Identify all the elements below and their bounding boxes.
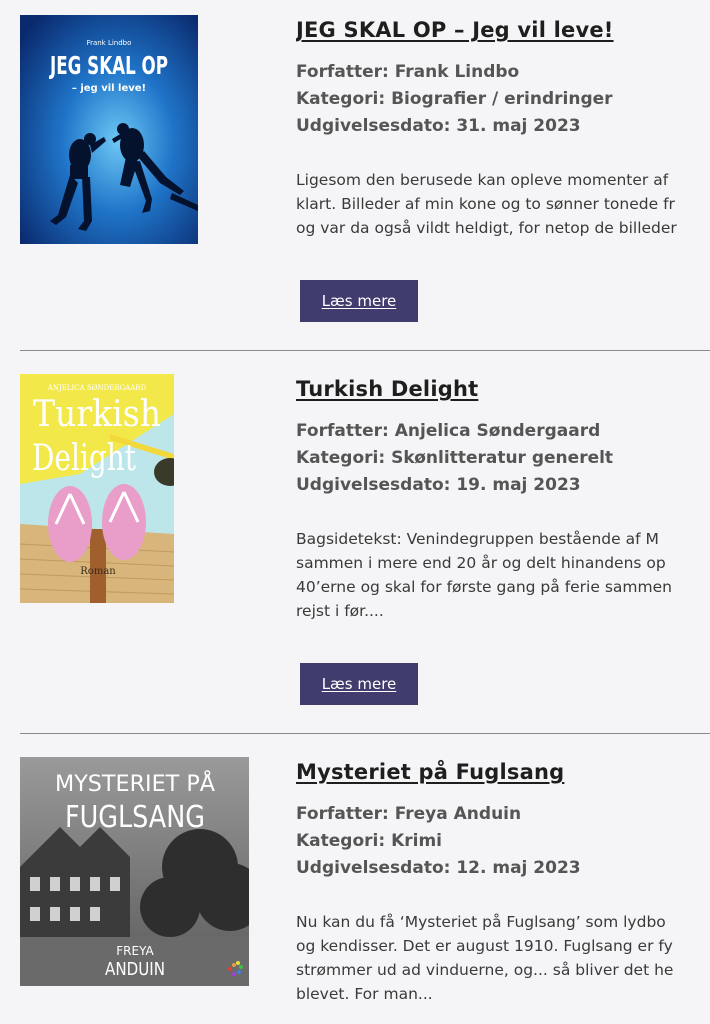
cover-genre: Roman bbox=[80, 566, 116, 577]
book-meta: Forfatter: Anjelica Søndergaard Kategori… bbox=[296, 418, 710, 499]
cover-author-line1: FREYA bbox=[116, 944, 154, 958]
book-title-link[interactable]: JEG SKAL OP – Jeg vil leve! bbox=[296, 15, 710, 45]
cover-author: Frank Lindbo bbox=[87, 39, 132, 47]
cover-title: JEG SKAL OP bbox=[49, 51, 168, 80]
divider bbox=[20, 733, 710, 734]
book-meta: Forfatter: Freya Anduin Kategori: Krimi … bbox=[296, 801, 710, 882]
book-author: Forfatter: Frank Lindbo bbox=[296, 62, 520, 82]
book-cover-image[interactable]: Frank Lindbo JEG SKAL OP – jeg vil leve! bbox=[20, 15, 198, 244]
book-date: Udgivelsesdato: 31. maj 2023 bbox=[296, 116, 581, 136]
book-info: Turkish Delight Forfatter: Anjelica Sønd… bbox=[296, 374, 710, 623]
book-info: Mysteriet på Fuglsang Forfatter: Freya A… bbox=[296, 757, 710, 1006]
book-excerpt: Bagsidetekst: Venindegruppen bestående a… bbox=[296, 530, 672, 620]
book-excerpt: Nu kan du få ‘Mysteriet på Fuglsang’ som… bbox=[296, 913, 674, 1003]
book-item: ANJELICA SØNDERGAARD Turkish Delight Rom… bbox=[0, 374, 710, 714]
book-author: Forfatter: Anjelica Søndergaard bbox=[296, 421, 601, 441]
divider bbox=[20, 350, 710, 351]
book-excerpt: Ligesom den berusede kan opleve momenter… bbox=[296, 171, 677, 237]
book-author: Forfatter: Freya Anduin bbox=[296, 804, 522, 824]
cover-subtitle: – jeg vil leve! bbox=[72, 83, 146, 94]
book-category: Kategori: Krimi bbox=[296, 831, 443, 851]
read-more-button[interactable]: Læs mere bbox=[300, 280, 418, 322]
cover-title-line1: MYSTERIET PÅ bbox=[55, 770, 215, 797]
cover-author: ANJELICA SØNDERGAARD bbox=[47, 384, 147, 392]
book-category: Kategori: Biografier / erindringer bbox=[296, 89, 613, 109]
book-meta: Forfatter: Frank Lindbo Kategori: Biogra… bbox=[296, 59, 710, 140]
cover-title-line2: Delight bbox=[32, 438, 136, 479]
book-category: Kategori: Skønlitteratur generelt bbox=[296, 448, 614, 468]
book-cover-image[interactable]: ANJELICA SØNDERGAARD Turkish Delight Rom… bbox=[20, 374, 174, 603]
book-title-link[interactable]: Mysteriet på Fuglsang bbox=[296, 757, 710, 787]
cover-title-line2: FUGLSANG bbox=[65, 800, 205, 835]
cover-title-line1: Turkish bbox=[33, 394, 161, 435]
book-item: MYSTERIET PÅ FUGLSANG FREYA ANDUIN Myste… bbox=[0, 757, 710, 1024]
book-date: Udgivelsesdato: 19. maj 2023 bbox=[296, 475, 581, 495]
book-title-link[interactable]: Turkish Delight bbox=[296, 374, 710, 404]
book-cover-image[interactable]: MYSTERIET PÅ FUGLSANG FREYA ANDUIN bbox=[20, 757, 249, 986]
read-more-button[interactable]: Læs mere bbox=[300, 663, 418, 705]
book-info: JEG SKAL OP – Jeg vil leve! Forfatter: F… bbox=[296, 15, 710, 240]
book-date: Udgivelsesdato: 12. maj 2023 bbox=[296, 858, 581, 878]
book-item: Frank Lindbo JEG SKAL OP – jeg vil leve!… bbox=[0, 15, 710, 335]
cover-author-line2: ANDUIN bbox=[105, 959, 165, 980]
